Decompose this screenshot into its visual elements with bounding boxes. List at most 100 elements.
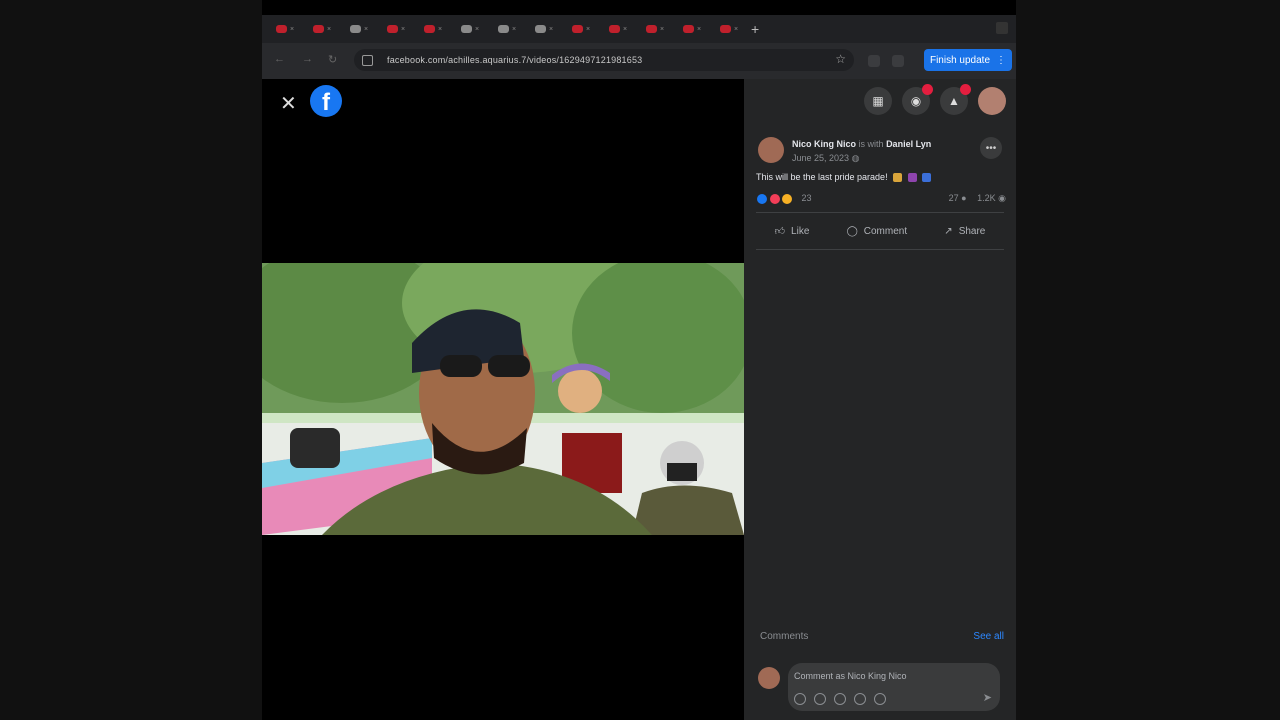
reaction-count[interactable]: 23 (802, 193, 812, 203)
browser-tab[interactable]: × (493, 19, 521, 39)
comment-placeholder: Comment as Nico King Nico (794, 671, 907, 681)
send-icon[interactable]: ➤ (983, 691, 992, 704)
see-all-link[interactable]: See all (973, 631, 1004, 642)
extensions-puzzle-icon[interactable] (892, 55, 904, 67)
browser-tab[interactable]: × (530, 19, 558, 39)
profile-avatar[interactable] (978, 87, 1006, 115)
browser-tab[interactable]: × (604, 19, 632, 39)
close-tab-icon[interactable]: × (549, 26, 553, 33)
browser-tab[interactable]: × (308, 19, 336, 39)
browser-tab[interactable]: × (567, 19, 595, 39)
menu-grid-icon[interactable]: ▦ (864, 87, 892, 115)
close-tab-icon[interactable]: × (290, 26, 294, 33)
address-bar: ← → ↻ facebook.com/achilles.aquarius.7/v… (262, 43, 1016, 79)
close-tab-icon[interactable]: × (512, 26, 516, 33)
bookmark-star-icon[interactable]: ☆ (835, 52, 846, 66)
browser-window: × × × × × × × × × × × × × + ← → ↻ facebook.com/achil… (262, 15, 1016, 720)
comment-count-icon: ● (961, 193, 967, 203)
reactions-row: 23 27 ● 1.2K ◉ (756, 193, 1006, 205)
comment-count[interactable]: 27 (949, 193, 959, 203)
browser-tab[interactable]: × (456, 19, 484, 39)
media-viewer: ✕ f (262, 79, 744, 720)
sticker-icon[interactable] (794, 693, 806, 705)
author-avatar[interactable] (758, 137, 784, 163)
facebook-favicon-icon (571, 25, 583, 33)
close-tab-icon[interactable]: × (327, 26, 331, 33)
video-frame[interactable] (262, 263, 744, 535)
divider (756, 212, 1004, 213)
post-date[interactable]: June 25, 2023 (792, 153, 849, 163)
tagged-person[interactable]: Daniel Lyn (886, 139, 931, 149)
avatar-sticker-icon[interactable] (874, 693, 886, 705)
close-viewer-icon[interactable]: ✕ (280, 91, 297, 116)
comment-input[interactable]: Comment as Nico King Nico ➤ (788, 663, 1000, 711)
author-name[interactable]: Nico King Nico (792, 139, 856, 149)
url-field[interactable]: facebook.com/achilles.aquarius.7/videos/… (354, 49, 854, 71)
notifications-badge (960, 84, 971, 95)
thumbs-up-icon: 👍︎ (774, 226, 786, 237)
browser-tab[interactable]: × (345, 19, 373, 39)
like-button[interactable]: 👍︎ Like (775, 225, 810, 237)
facebook-top-icons: ▦ ◉ ▲ (864, 84, 1006, 115)
share-button[interactable]: ↗ Share (944, 226, 985, 237)
close-tab-icon[interactable]: × (401, 26, 405, 33)
close-tab-icon[interactable]: × (623, 26, 627, 33)
close-tab-icon[interactable]: × (364, 26, 368, 33)
more-options-button[interactable]: ••• (980, 137, 1002, 159)
like-reaction-icon[interactable] (756, 193, 768, 205)
gif-icon[interactable] (854, 693, 866, 705)
tab-strip: × × × × × × × × × × × × × + (262, 15, 1016, 43)
close-tab-icon[interactable]: × (660, 26, 664, 33)
messenger-icon[interactable]: ◉ (902, 84, 933, 115)
with-text: is with (858, 139, 884, 149)
browser-tab[interactable]: × (678, 19, 706, 39)
facebook-logo-icon[interactable]: f (310, 85, 342, 117)
notifications-bell-icon[interactable]: ▲ (940, 84, 971, 115)
post-actions: 👍︎ Like ◯ Comment ↗ Share (756, 215, 1004, 247)
left-backdrop (0, 0, 262, 720)
close-tab-icon[interactable]: × (438, 26, 442, 33)
site-info-icon[interactable] (362, 54, 373, 66)
back-icon[interactable]: ← (274, 53, 285, 65)
camera-icon[interactable] (834, 693, 846, 705)
browser-tab[interactable]: × (271, 19, 299, 39)
caption-text: This will be the last pride parade! (756, 172, 888, 182)
browser-tab[interactable]: × (419, 19, 447, 39)
finish-update-label: Finish update (929, 54, 991, 66)
rainbow-emoji-icon (893, 173, 903, 183)
facebook-favicon-icon (275, 25, 287, 33)
view-count: 1.2K (977, 193, 996, 203)
commenter-avatar (758, 667, 780, 689)
emoji-icon[interactable] (814, 693, 826, 705)
facebook-favicon-icon (386, 25, 398, 33)
new-tab-button[interactable]: + (751, 21, 759, 37)
comments-header: Comments See all (760, 631, 1004, 642)
reload-icon[interactable]: ↻ (328, 53, 337, 66)
facebook-favicon-icon (719, 25, 731, 33)
share-arrow-icon: ↗ (944, 225, 953, 237)
browser-tab[interactable]: × (641, 19, 669, 39)
messenger-badge (922, 84, 933, 95)
close-tab-icon[interactable]: × (475, 26, 479, 33)
tab-search-icon[interactable] (996, 22, 1008, 34)
browser-tab[interactable]: × (382, 19, 410, 39)
close-tab-icon[interactable]: × (697, 26, 701, 33)
comment-tools (794, 693, 886, 705)
kebab-menu-icon: ⋮ (996, 54, 1007, 66)
extension-icon[interactable] (868, 55, 880, 67)
close-tab-icon[interactable]: × (734, 26, 738, 33)
love-reaction-icon[interactable] (768, 193, 781, 205)
haha-reaction-icon[interactable] (781, 193, 794, 205)
finish-update-button[interactable]: Finish update ⋮ (924, 49, 1012, 71)
browser-tab[interactable]: × (715, 19, 743, 39)
comment-button[interactable]: ◯ Comment (847, 226, 908, 237)
devil-emoji-icon (907, 173, 917, 183)
generic-favicon-icon (460, 25, 472, 33)
generic-favicon-icon (497, 25, 509, 33)
forward-icon[interactable]: → (302, 53, 313, 65)
post-caption: This will be the last pride parade! (756, 172, 932, 183)
video-still-image (262, 263, 744, 535)
close-tab-icon[interactable]: × (586, 26, 590, 33)
facebook-favicon-icon (608, 25, 620, 33)
generic-favicon-icon (349, 25, 361, 33)
